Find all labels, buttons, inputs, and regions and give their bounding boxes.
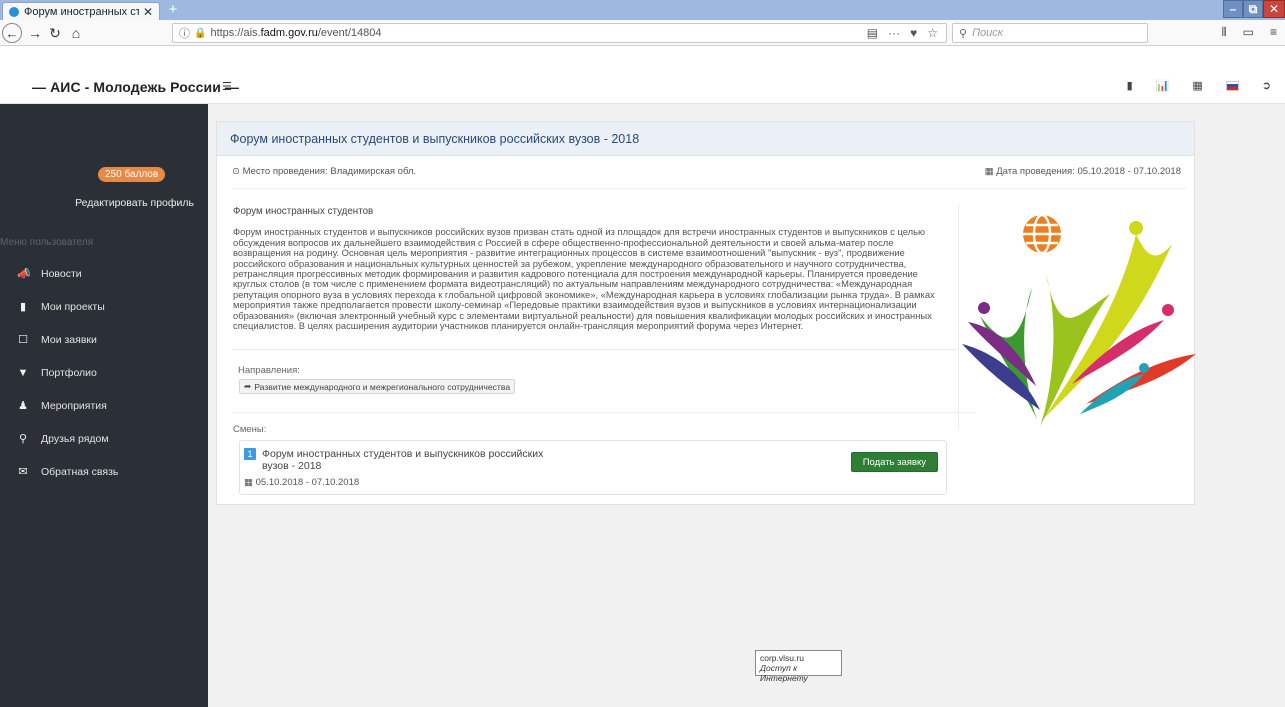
back-arrow-icon[interactable]: ← (2, 23, 22, 43)
sidebar-item-label: Друзья рядом (41, 432, 109, 445)
sidebar-item-events[interactable]: ♟ Мероприятия (0, 389, 208, 422)
main-content: Форум иностранных студентов и выпускнико… (208, 104, 1285, 707)
url-text: https://ais.fadm.gov.ru/event/14804 (210, 27, 382, 39)
pocket-icon[interactable]: ♥ (910, 26, 917, 40)
sidebar-item-label: Портфолио (41, 366, 97, 379)
sidebar-item-label: Мои проекты (41, 300, 105, 313)
sidebar-icon[interactable]: ▭ (1243, 25, 1254, 40)
url-actions: ▤ ··· ♥ ☆ (867, 26, 938, 40)
home-icon[interactable]: ⌂ (68, 23, 84, 43)
search-input[interactable]: ⚲ Поиск (952, 23, 1148, 43)
lock-icon[interactable]: 🔒 (194, 28, 206, 39)
window-controls: – ⧉ ✕ (1223, 0, 1285, 20)
bookmark-star-icon[interactable]: ☆ (927, 26, 938, 40)
library-icon[interactable]: ⫴ (1222, 25, 1227, 40)
browser-tab[interactable]: Форум иностранных студенте ✕ (2, 2, 160, 20)
sidebar-item-label: Мероприятия (41, 399, 107, 412)
book-icon: ▮ (19, 301, 27, 313)
event-card: Форум иностранных студентов и выпускнико… (216, 121, 1196, 505)
header-icons: ▮ 📊 ▦ ➲ (1127, 79, 1271, 92)
folder-icon: ▼ (17, 366, 29, 379)
site-header: — АИС - Молодежь России — ☰ ▮ 📊 ▦ ➲ (0, 46, 1285, 104)
shifts-label: Смены: (233, 424, 267, 435)
bookmark-icon: ☐ (18, 334, 28, 346)
more-actions-icon[interactable]: ··· (888, 26, 900, 40)
calendar-icon: ▦ (244, 477, 253, 488)
share-arrow-icon: ➦ (244, 381, 252, 391)
reload-icon[interactable]: ↻ (47, 23, 63, 43)
divider (232, 188, 1187, 189)
description-title: Форум иностранных студентов (233, 206, 374, 217)
search-icon: ⚲ (959, 27, 968, 40)
event-description: Форум иностранных студентов Форум иностр… (233, 206, 953, 332)
sidebar-item-feedback[interactable]: ✉ Обратная связь (0, 455, 208, 488)
sidebar: 250 баллов Редактировать профиль Меню по… (0, 104, 208, 707)
table-icon[interactable]: ▦ (1192, 79, 1202, 92)
info-icon[interactable]: ⓘ (179, 25, 190, 41)
megaphone-icon: 📣 (17, 268, 31, 280)
sidebar-item-label: Новости (41, 267, 82, 280)
url-bar[interactable]: ⓘ 🔒 https://ais.fadm.gov.ru/event/14804 … (172, 23, 947, 43)
directions-label: Направления: (238, 365, 300, 376)
sidebar-item-portfolio[interactable]: ▼ Портфолио (0, 356, 208, 389)
sidebar-item-friends[interactable]: ⚲ Друзья рядом (0, 422, 208, 455)
calendar-icon: ▦ (984, 166, 994, 177)
logout-icon[interactable]: ➲ (1262, 79, 1271, 92)
map-marker-icon: ⚲ (18, 433, 28, 445)
sidebar-item-applications[interactable]: ☐ Мои заявки (0, 323, 208, 356)
sidebar-item-label: Мои заявки (41, 333, 97, 346)
event-logo (960, 204, 1200, 430)
sidebar-menu: 📣 Новости ▮ Мои проекты ☐ Мои заявки ▼ П… (0, 257, 208, 488)
direction-tag[interactable]: ➦ Развитие международного и межрегиональ… (239, 379, 516, 394)
close-window-button[interactable]: ✕ (1263, 0, 1285, 18)
envelope-icon: ✉ (18, 466, 28, 478)
browser-tool-icons: ⫴ ▭ ≡ (1222, 25, 1277, 40)
event-place: ⊙ Место проведения: Владимирская обл. (232, 166, 417, 177)
edit-profile-link[interactable]: Редактировать профиль (75, 197, 194, 209)
points-badge: 250 баллов (98, 167, 166, 182)
search-placeholder: Поиск (972, 27, 1003, 39)
browser-tab-strip: Форум иностранных студенте ✕ + – ⧉ ✕ (0, 0, 1285, 20)
sidebar-item-projects[interactable]: ▮ Мои проекты (0, 290, 208, 323)
divider (232, 412, 976, 413)
apply-button[interactable]: Подать заявку (850, 452, 938, 472)
shift-dates: ▦ 05.10.2018 - 07.10.2018 (244, 477, 360, 488)
globe-icon (1023, 213, 1061, 255)
people-icon: ♟ (18, 400, 28, 412)
menu-title: Меню пользователя (0, 237, 94, 248)
sidebar-item-label: Обратная связь (41, 465, 119, 478)
shift-item: 1 Форум иностранных студентов и выпускни… (239, 440, 947, 495)
menu-toggle-icon[interactable]: ☰ (222, 80, 232, 93)
shift-title: Форум иностранных студентов и выпускнико… (262, 448, 544, 472)
hamburger-menu-icon[interactable]: ≡ (1270, 25, 1277, 40)
chart-icon[interactable]: 📊 (1156, 79, 1170, 92)
minimize-button[interactable]: – (1223, 0, 1243, 18)
map-marker-icon: ⊙ (232, 166, 240, 177)
new-tab-button[interactable]: + (165, 2, 181, 17)
network-tooltip: corp.vlsu.ru Доступ к Интернету (755, 650, 842, 683)
description-text: Форум иностранных студентов и выпускнико… (233, 226, 935, 332)
divider (232, 349, 957, 350)
event-title: Форум иностранных студентов и выпускнико… (217, 122, 1194, 156)
divider (958, 204, 959, 430)
browser-toolbar: ← → ↻ ⌂ ⓘ 🔒 https://ais.fadm.gov.ru/even… (0, 20, 1285, 46)
sidebar-item-news[interactable]: 📣 Новости (0, 257, 208, 290)
flag-ru-icon[interactable] (1225, 80, 1239, 91)
maximize-button[interactable]: ⧉ (1243, 0, 1263, 18)
book-icon[interactable]: ▮ (1127, 79, 1133, 92)
shift-number-badge: 1 (244, 448, 256, 460)
tab-title: Форум иностранных студенте (24, 5, 139, 18)
site-brand[interactable]: — АИС - Молодежь России — (32, 79, 239, 95)
reader-view-icon[interactable]: ▤ (867, 26, 878, 40)
favicon-icon (9, 6, 19, 17)
forward-arrow-icon[interactable]: → (27, 23, 43, 43)
event-date: ▦ Дата проведения: 05.10.2018 - 07.10.20… (984, 166, 1181, 177)
tab-close-icon[interactable]: ✕ (143, 5, 153, 19)
